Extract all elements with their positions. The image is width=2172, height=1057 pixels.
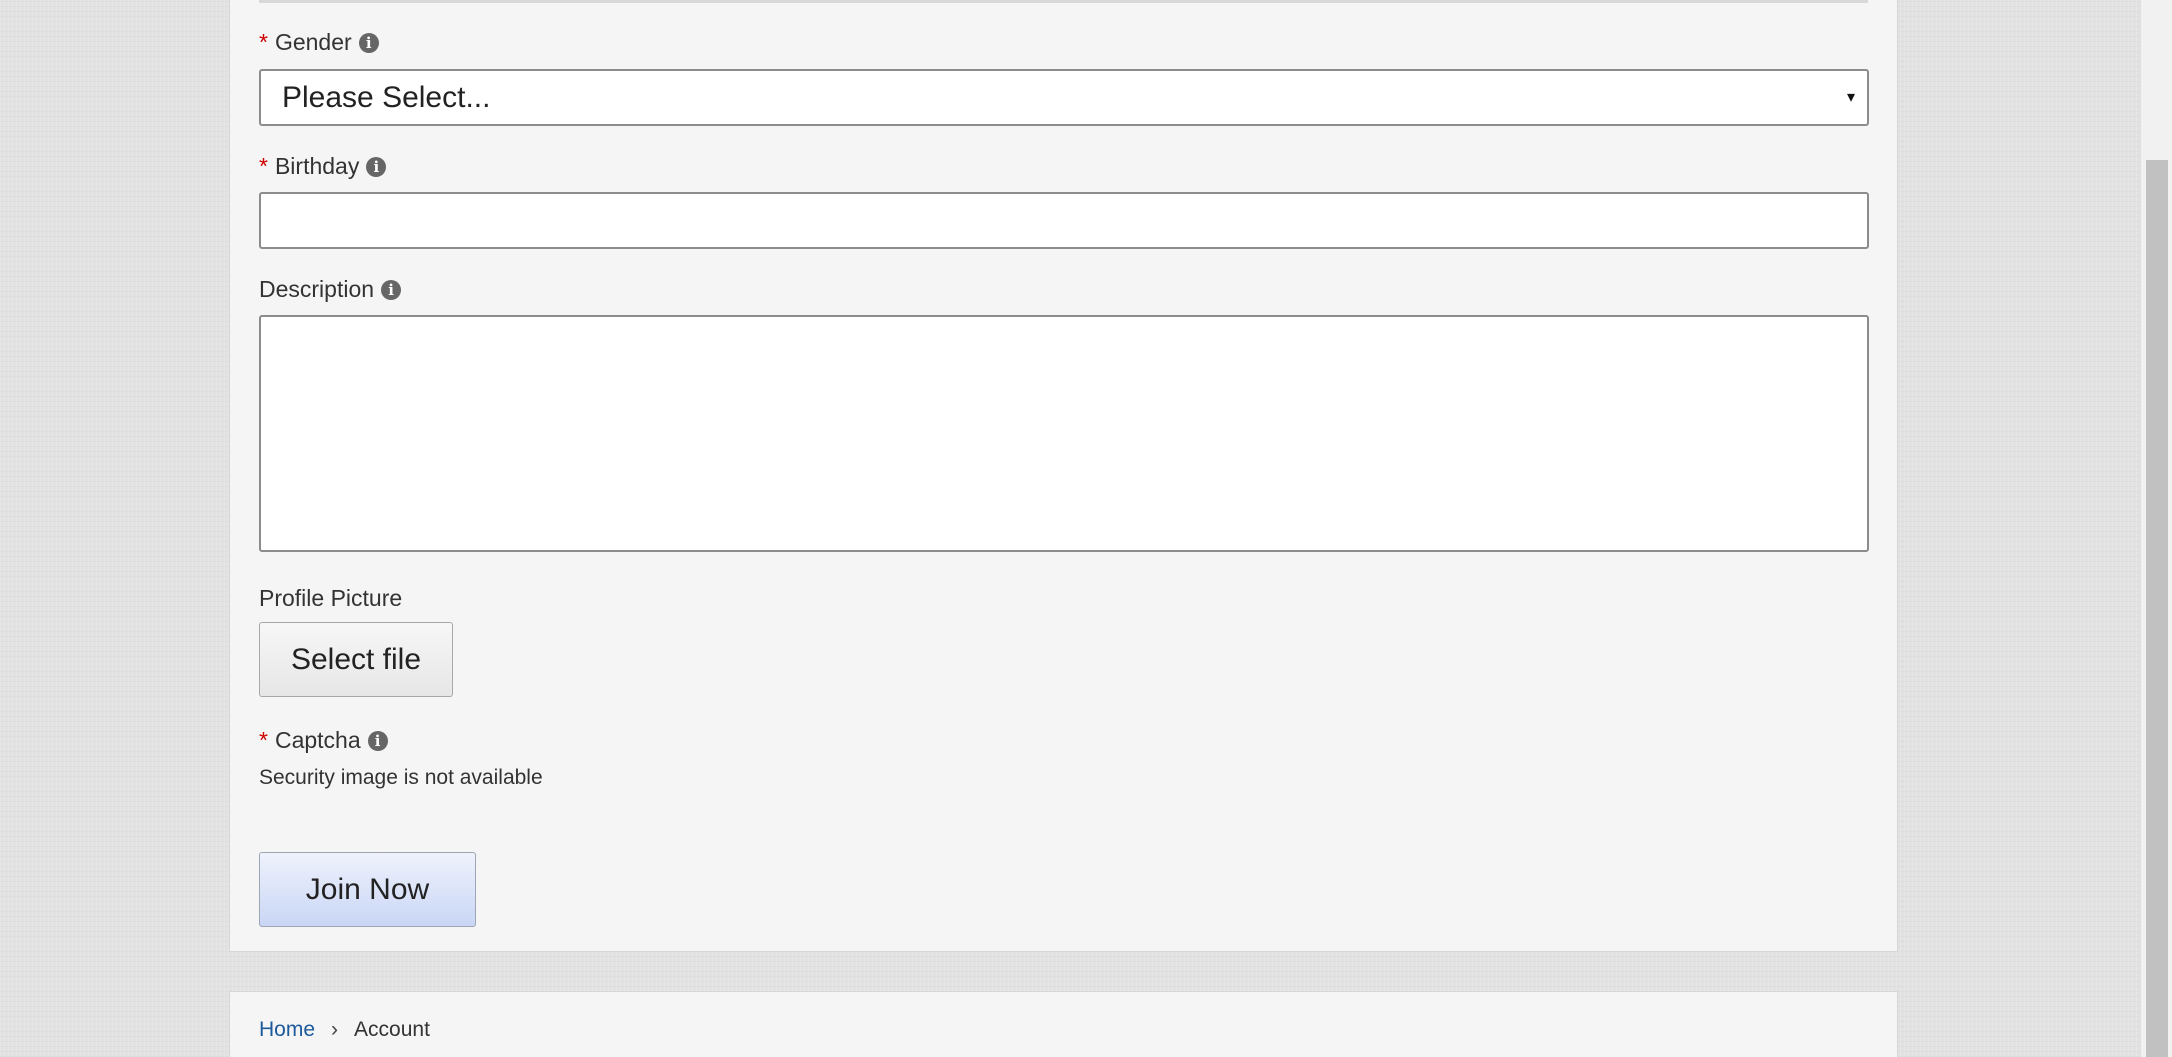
info-circle-icon[interactable]: i: [366, 156, 387, 177]
breadcrumb-current-account: Account: [354, 1018, 430, 1041]
profile-picture-label-text: Profile Picture: [259, 585, 403, 611]
form-divider: [259, 0, 1868, 3]
page-viewport: * Gender i Please Select... ▾ * Birthday…: [0, 0, 2172, 1057]
info-circle-icon[interactable]: i: [381, 279, 402, 300]
birthday-input[interactable]: [259, 192, 1869, 249]
gender-label: * Gender i: [259, 29, 379, 56]
breadcrumb-card: Home › Account: [229, 991, 1898, 1057]
info-circle-icon[interactable]: i: [358, 32, 379, 53]
captcha-label-text: Captcha: [274, 727, 361, 753]
gender-label-text: Gender: [274, 29, 352, 55]
gender-select[interactable]: Please Select... ▾: [259, 69, 1869, 126]
description-label: Description i: [259, 276, 402, 303]
breadcrumb: Home › Account: [259, 1018, 430, 1042]
breadcrumb-home-link[interactable]: Home: [259, 1018, 315, 1042]
chevron-down-icon: ▾: [1846, 89, 1855, 106]
birthday-label: * Birthday i: [259, 153, 387, 180]
breadcrumb-separator: ›: [331, 1018, 339, 1041]
select-file-button[interactable]: Select file: [259, 622, 453, 697]
info-circle-icon[interactable]: i: [367, 730, 388, 751]
scrollbar-thumb[interactable]: [2146, 160, 2168, 1057]
gender-selected-value: Please Select...: [282, 80, 491, 114]
join-now-button[interactable]: Join Now: [259, 852, 476, 927]
vertical-scrollbar[interactable]: [2140, 0, 2172, 1057]
required-marker: *: [259, 153, 268, 179]
registration-form-card: * Gender i Please Select... ▾ * Birthday…: [229, 0, 1898, 952]
description-label-text: Description: [259, 276, 375, 302]
required-marker: *: [259, 29, 268, 55]
birthday-label-text: Birthday: [274, 153, 360, 179]
captcha-label: * Captcha i: [259, 727, 388, 754]
required-marker: *: [259, 727, 268, 753]
captcha-unavailable-message: Security image is not available: [259, 766, 543, 789]
description-textarea[interactable]: [259, 315, 1869, 552]
profile-picture-label: Profile Picture: [259, 585, 402, 612]
